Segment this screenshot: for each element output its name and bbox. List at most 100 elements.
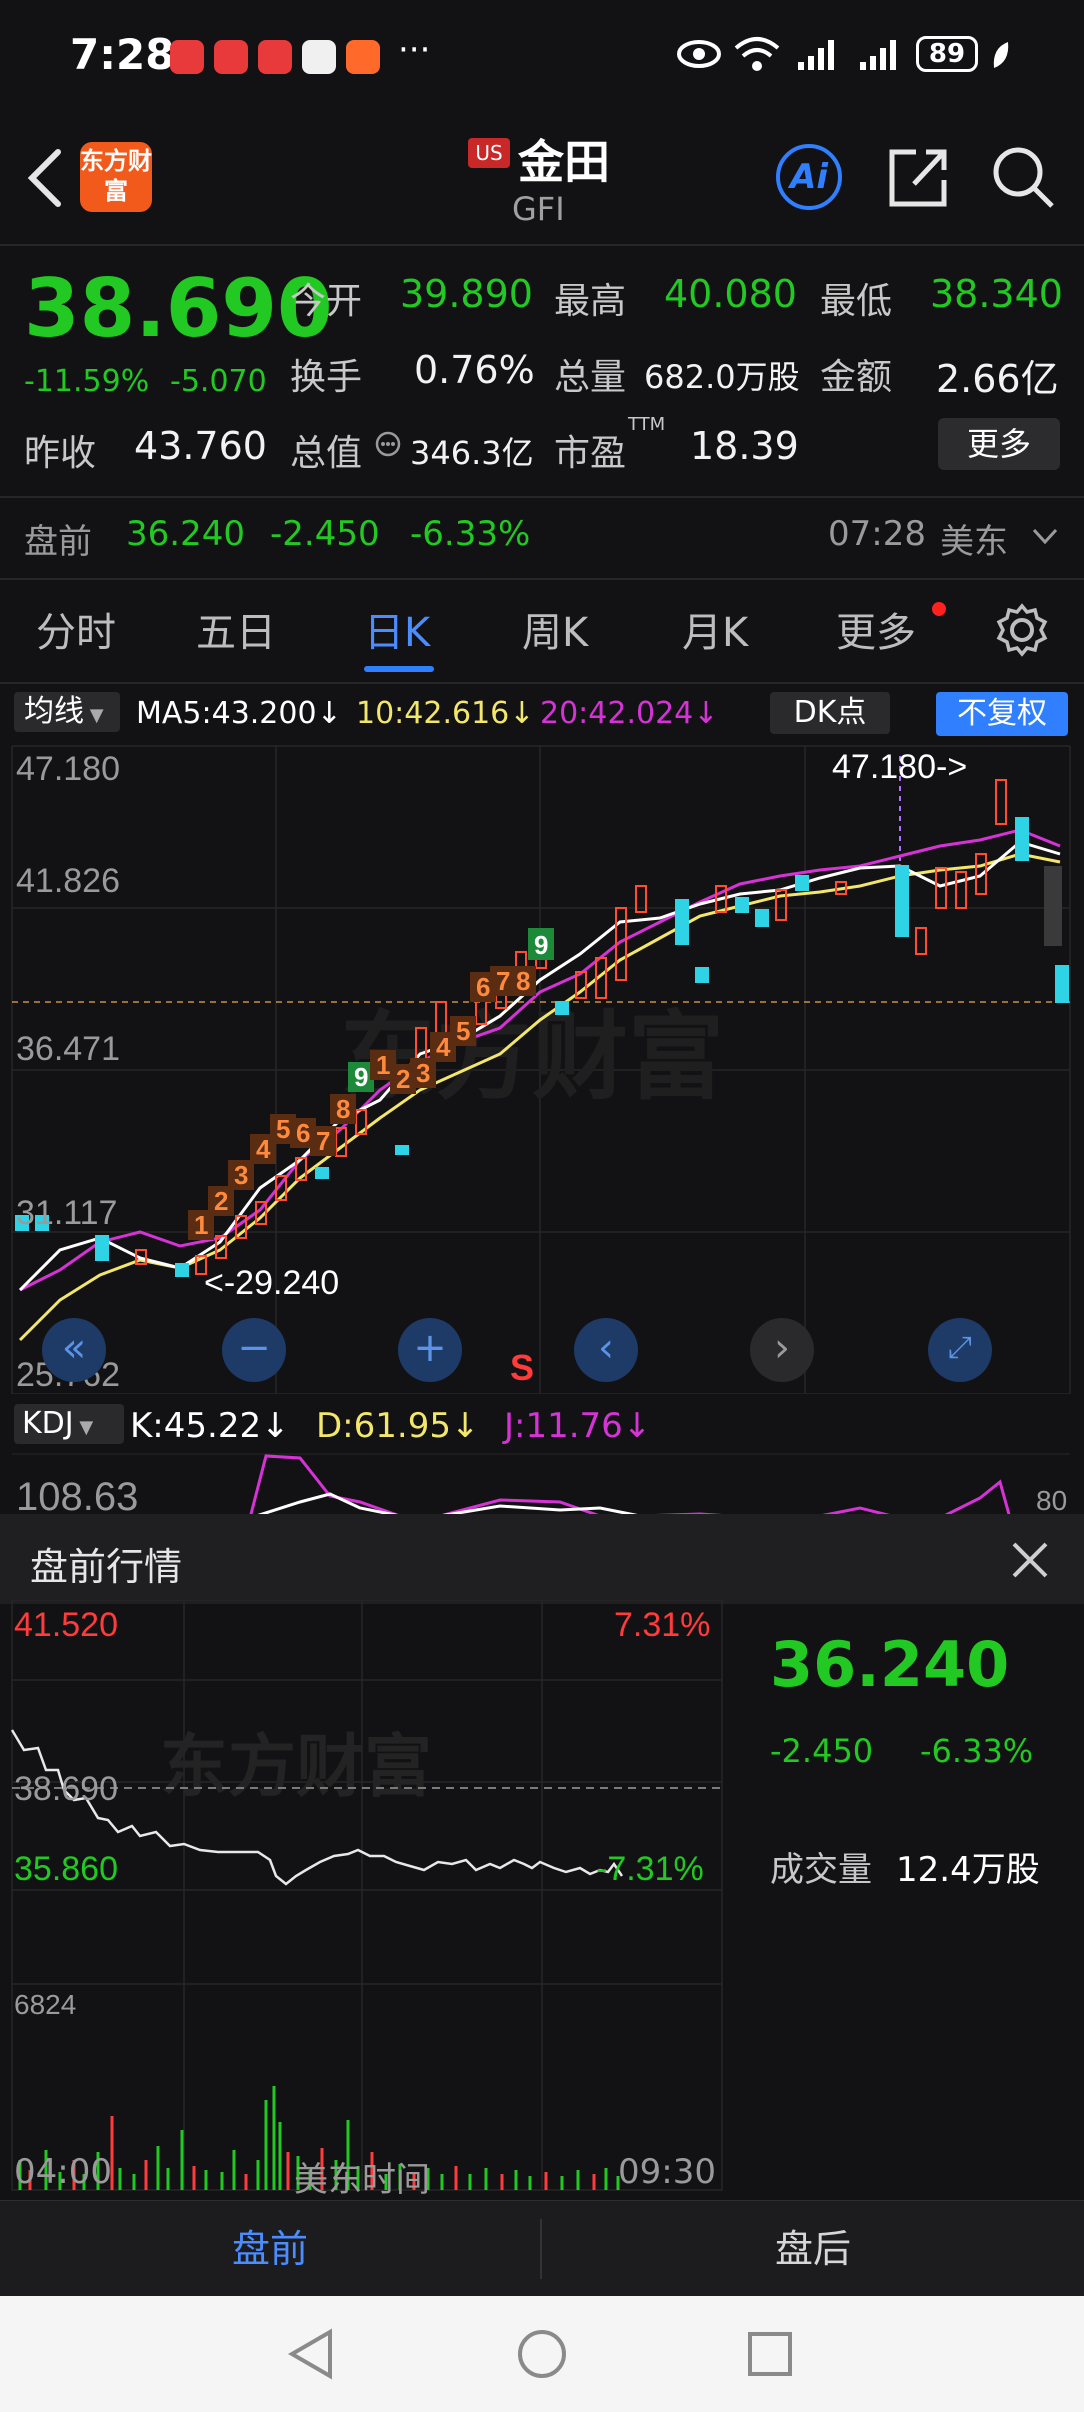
stock-name: 金田	[518, 135, 610, 189]
td-count: 7	[316, 1126, 330, 1156]
active-tab-indicator	[364, 666, 434, 672]
td-count: 8	[336, 1094, 350, 1124]
divider	[0, 682, 1084, 684]
time-end: 09:30	[618, 2152, 716, 2192]
y-axis-label: 41.826	[16, 862, 120, 900]
td-count: 1	[376, 1050, 390, 1080]
intraday-mid: 38.690	[14, 1770, 118, 1808]
session-tabs: 盘前 盘后	[0, 2200, 1084, 2297]
td-count: 1	[194, 1210, 208, 1240]
td-count: 4	[436, 1032, 451, 1062]
low-value: 38.340	[930, 272, 1063, 316]
volume-label: 总量	[554, 357, 627, 398]
back-icon[interactable]	[22, 146, 66, 210]
scroll-start-button[interactable]: «	[42, 1318, 106, 1382]
status-bar: 7:28 ··· 89	[0, 0, 1084, 110]
turnover-label: 换手	[290, 357, 363, 398]
app-notification-icon	[302, 40, 336, 74]
chevron-down-icon[interactable]	[1030, 524, 1060, 548]
td-count: 8	[516, 966, 530, 996]
premarket-change: -2.450	[770, 1732, 874, 1770]
search-icon[interactable]	[990, 144, 1056, 210]
td-count: 6	[476, 972, 490, 1002]
td-count: 9	[354, 1062, 368, 1092]
sell-signal: S	[510, 1347, 534, 1388]
market-badge: US	[468, 138, 510, 168]
close-icon[interactable]	[1008, 1538, 1052, 1582]
tab-afterhours[interactable]: 盘后	[542, 2201, 1084, 2297]
signal-icon	[798, 40, 834, 70]
tab-weekly-k[interactable]: 周K	[522, 600, 588, 658]
market-cap-label: 总值	[290, 433, 363, 474]
premarket-change: -2.450	[270, 514, 380, 554]
volume-label: 成交量	[770, 1850, 872, 1890]
change-amount: -5.070	[170, 364, 267, 399]
app-notification-icon	[346, 40, 380, 74]
volume-value: 682.0万股	[644, 358, 800, 396]
change-pct: -11.59%	[24, 364, 150, 399]
kdj-axis-top: 108.63	[16, 1475, 138, 1518]
tab-premarket[interactable]: 盘前	[0, 2201, 540, 2297]
td-count: 2	[214, 1186, 228, 1216]
premarket-price-large: 36.240	[770, 1628, 1010, 1701]
nav-recents-icon[interactable]	[746, 2330, 794, 2378]
nav-home-icon[interactable]	[516, 2328, 568, 2380]
open-label: 今开	[290, 281, 363, 322]
gear-icon[interactable]	[994, 602, 1050, 658]
share-icon[interactable]	[886, 144, 952, 210]
app-notification-icon	[170, 40, 204, 74]
divider	[0, 578, 1084, 580]
tab-monthly-k[interactable]: 月K	[682, 600, 748, 658]
prev-close-label: 昨收	[24, 433, 97, 474]
signal-icon	[860, 40, 896, 70]
volume-max: 6824	[14, 1989, 76, 2020]
turnover-value: 0.76%	[414, 348, 535, 392]
td-count: 6	[296, 1118, 310, 1148]
td-count: 4	[256, 1134, 271, 1164]
tab-daily-k[interactable]: 日K	[364, 600, 430, 658]
stock-code: GFI	[512, 190, 565, 228]
time-start: 04:00	[14, 2152, 112, 2192]
open-value: 39.890	[400, 272, 533, 316]
zoom-in-button[interactable]: +	[398, 1318, 462, 1382]
amount-label: 金额	[820, 357, 893, 398]
zoom-out-button[interactable]: −	[222, 1318, 286, 1382]
td-count: 3	[416, 1058, 430, 1088]
scroll-left-button[interactable]: ‹	[574, 1318, 638, 1382]
intraday-high: 41.520	[14, 1606, 118, 1644]
app-logo: 东方财富	[80, 142, 152, 212]
premarket-intraday-chart[interactable]: 东方财富 41.520 7.31% 38.690 35.860 -7.31% 6…	[0, 1600, 730, 2200]
panel-title: 盘前行情	[30, 1545, 183, 1589]
kline-chart[interactable]: 东方财富 1 2 3 4 5 6 7 8 9 1 2 3 4 5 6 7 8 9…	[0, 690, 1084, 1394]
system-nav-bar	[0, 2296, 1084, 2412]
volume-value: 12.4万股	[896, 1850, 1040, 1890]
pe-label: 市盈	[554, 433, 627, 474]
wifi-icon	[734, 37, 780, 71]
ai-assistant-button[interactable]: Ai	[776, 144, 842, 210]
period-high-marker: 47.180->	[832, 748, 967, 786]
y-axis-label: 47.180	[16, 750, 120, 788]
app-notification-icon	[214, 40, 248, 74]
more-quote-button[interactable]: 更多	[938, 418, 1060, 470]
y-axis-label: 36.471	[16, 1030, 120, 1068]
premarket-pct: -6.33%	[920, 1732, 1034, 1770]
intraday-pct-high: 7.31%	[614, 1606, 710, 1644]
td-count: 2	[396, 1064, 410, 1094]
prev-close-value: 43.760	[134, 424, 267, 468]
battery-indicator: 89	[916, 36, 978, 72]
premarket-price: 36.240	[126, 514, 245, 554]
pe-superscript: TTM	[628, 414, 666, 435]
premarket-panel-header: 盘前行情	[0, 1514, 1084, 1604]
fullscreen-button[interactable]: ⤢	[928, 1318, 992, 1382]
nav-back-icon[interactable]	[286, 2328, 336, 2380]
y-axis-label: 31.117	[16, 1194, 117, 1232]
scroll-right-button[interactable]: ›	[750, 1318, 814, 1382]
tab-intraday[interactable]: 分时	[36, 600, 116, 658]
premarket-market: 美东	[940, 522, 1008, 562]
tab-five-day[interactable]: 五日	[196, 600, 276, 658]
info-icon[interactable]	[374, 430, 402, 458]
low-label: 最低	[820, 281, 893, 322]
tab-more[interactable]: 更多	[836, 600, 916, 658]
premarket-label: 盘前	[24, 522, 92, 562]
divider	[0, 244, 1084, 246]
